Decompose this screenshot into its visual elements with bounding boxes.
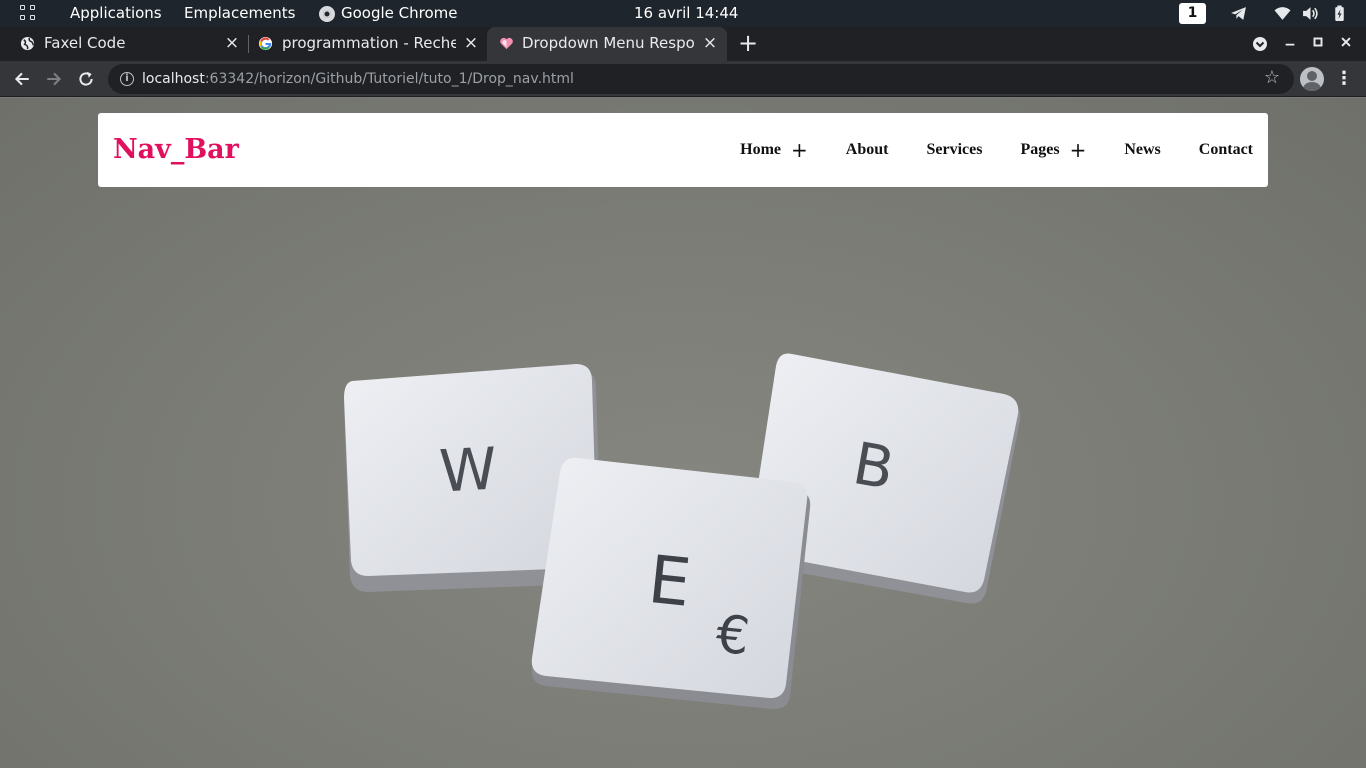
nav-item-contact[interactable]: Contact bbox=[1199, 141, 1253, 159]
tab-close-icon[interactable]: × bbox=[463, 35, 479, 52]
applications-menu[interactable]: Applications bbox=[70, 0, 162, 27]
tab-faxel-code[interactable]: Faxel Code × bbox=[0, 27, 248, 61]
plus-icon[interactable]: + bbox=[791, 140, 808, 160]
reload-icon bbox=[79, 71, 93, 86]
reload-button[interactable] bbox=[76, 69, 96, 89]
tab-title: Dropdown Menu Responsive bbox=[522, 34, 696, 52]
wifi-icon[interactable] bbox=[1274, 5, 1291, 22]
tab-search-button[interactable] bbox=[1250, 34, 1270, 54]
nav-item-label: Services bbox=[926, 141, 983, 158]
url-text[interactable]: localhost:63342/horizon/Github/Tutoriel/… bbox=[142, 64, 574, 94]
tab-title: Faxel Code bbox=[44, 34, 126, 52]
telegram-icon[interactable] bbox=[1230, 5, 1247, 22]
active-app-menu[interactable]: Google Chrome bbox=[341, 0, 458, 27]
bookmark-star-icon[interactable]: ☆ bbox=[1262, 68, 1282, 88]
page-viewport: W B E € Nav_Bar Home + About Services Pa… bbox=[0, 98, 1366, 768]
svg-text:E: E bbox=[645, 541, 695, 622]
places-menu[interactable]: Emplacements bbox=[184, 0, 296, 27]
chrome-icon bbox=[319, 6, 335, 22]
browser-toolbar: i localhost:63342/horizon/Github/Tutorie… bbox=[0, 61, 1366, 97]
maximize-icon bbox=[1313, 37, 1323, 47]
nav-item-pages[interactable]: Pages + bbox=[1020, 140, 1087, 160]
hero-keycaps-image: W B E € bbox=[344, 353, 1021, 710]
site-logo[interactable]: Nav_Bar bbox=[113, 113, 239, 187]
profile-avatar[interactable] bbox=[1300, 67, 1324, 91]
plus-icon[interactable]: + bbox=[1070, 140, 1087, 160]
tab-programmation[interactable]: programmation - Recherche × bbox=[238, 27, 486, 61]
close-window-button[interactable] bbox=[1336, 34, 1356, 54]
heart-icon bbox=[500, 37, 513, 50]
tab-title: programmation - Recherche bbox=[282, 34, 456, 52]
nav-item-label: Pages bbox=[1020, 141, 1060, 158]
battery-icon[interactable] bbox=[1331, 5, 1348, 22]
chevron-down-icon bbox=[1253, 37, 1267, 51]
nav-item-label: Contact bbox=[1198, 141, 1253, 158]
site-info-icon[interactable]: i bbox=[120, 72, 134, 86]
nav-item-label: About bbox=[845, 141, 889, 158]
tab-close-icon[interactable]: × bbox=[702, 35, 718, 52]
workspace-indicator[interactable]: 1 bbox=[1179, 3, 1206, 24]
close-icon bbox=[1341, 37, 1351, 47]
nav-item-about[interactable]: About bbox=[846, 141, 889, 159]
nav-menu: Home + About Services Pages + News Conta… bbox=[702, 113, 1253, 187]
nav-item-label: News bbox=[1124, 141, 1161, 158]
back-button[interactable] bbox=[12, 69, 32, 89]
clock[interactable]: 16 avril 14:44 bbox=[634, 0, 738, 27]
svg-text:W: W bbox=[438, 435, 499, 506]
more-menu-icon[interactable]: ⋮ bbox=[1334, 69, 1354, 89]
tab-dropdown-menu[interactable]: Dropdown Menu Responsive × bbox=[487, 27, 727, 61]
app-grid-icon[interactable] bbox=[20, 5, 38, 23]
nav-item-news[interactable]: News bbox=[1124, 141, 1160, 159]
keycap-e: E € bbox=[531, 457, 811, 710]
maximize-button[interactable] bbox=[1308, 34, 1328, 54]
nav-item-home[interactable]: Home + bbox=[740, 140, 808, 160]
site-navbar: Nav_Bar Home + About Services Pages + Ne… bbox=[98, 113, 1268, 187]
nav-item-services[interactable]: Services bbox=[926, 141, 982, 159]
system-top-bar: Applications Emplacements Google Chrome … bbox=[0, 0, 1366, 27]
google-icon bbox=[258, 36, 273, 51]
address-bar[interactable]: i localhost:63342/horizon/Github/Tutorie… bbox=[108, 64, 1294, 94]
tab-strip: Faxel Code × programmation - Recherche ×… bbox=[0, 27, 1366, 61]
minimize-button[interactable] bbox=[1280, 34, 1300, 54]
arrow-right-icon bbox=[47, 72, 62, 86]
nav-item-label: Home bbox=[740, 141, 782, 158]
svg-text:€: € bbox=[713, 604, 752, 667]
volume-icon[interactable] bbox=[1302, 5, 1319, 22]
arrow-left-icon bbox=[14, 72, 29, 86]
new-tab-button[interactable]: + bbox=[738, 31, 758, 55]
minimize-icon bbox=[1285, 43, 1295, 46]
forward-button[interactable] bbox=[44, 69, 64, 89]
globe-icon bbox=[20, 36, 35, 51]
